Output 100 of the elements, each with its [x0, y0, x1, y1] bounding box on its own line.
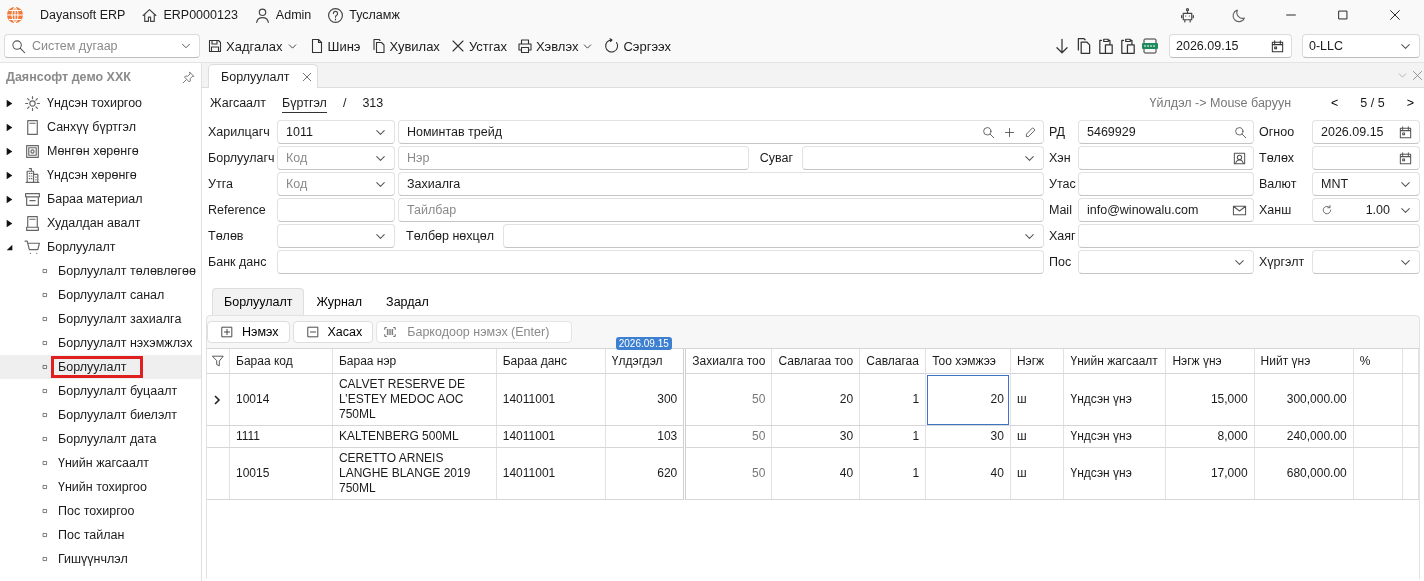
search-icon[interactable]: [1234, 125, 1247, 139]
sidebar-item[interactable]: Үнийн тохиргоо: [58, 480, 147, 494]
user-icon[interactable]: [253, 6, 271, 24]
next-button[interactable]: >: [1400, 96, 1420, 110]
collapsed-arrow-icon[interactable]: [5, 122, 14, 132]
input-field[interactable]: [277, 198, 395, 222]
filter-icon[interactable]: [211, 354, 225, 368]
sidebar-item[interactable]: Санхүү бүртгэл: [0, 115, 201, 139]
search-field[interactable]: 5469929: [1078, 120, 1254, 144]
collapsed-arrow-icon[interactable]: [5, 98, 14, 108]
toolbar-button[interactable]: Шинэ: [305, 36, 364, 56]
toolbar-button[interactable]: Хэвлэх: [513, 36, 598, 56]
column-header[interactable]: Тоо хэмжээ: [932, 354, 996, 368]
sidebar-item[interactable]: Пос тохиргоо: [58, 504, 135, 518]
sidebar-item[interactable]: Борлуулалт биелэлт: [58, 408, 178, 422]
dropdown-field[interactable]: [1312, 250, 1420, 274]
company-dropdown[interactable]: 0-LLC: [1302, 34, 1420, 58]
email-field[interactable]: info@winowalu.com: [1078, 198, 1254, 222]
sidebar-item[interactable]: Үндсэн хөрөнгө: [0, 163, 201, 187]
sidebar-item[interactable]: Борлуулалт санал: [58, 288, 165, 302]
sidebar-item[interactable]: Борлуулалт захиалга: [58, 312, 182, 326]
input-field[interactable]: [1078, 224, 1420, 248]
copy-icon[interactable]: [1075, 37, 1093, 55]
remove-button[interactable]: Хасах: [292, 321, 374, 343]
contact-field[interactable]: [1078, 146, 1254, 170]
column-header[interactable]: %: [1359, 354, 1371, 368]
sidebar-item[interactable]: Үнийн жагсаалт: [58, 456, 149, 470]
dropdown-field[interactable]: MNT: [1312, 172, 1420, 196]
download-icon[interactable]: [1053, 37, 1071, 55]
toolbar-button[interactable]: Хувилах: [367, 36, 443, 56]
pin-icon[interactable]: [182, 70, 195, 84]
column-header[interactable]: Нэгж үнэ: [1172, 354, 1222, 368]
home-icon[interactable]: [141, 6, 159, 24]
previous-button[interactable]: <: [1325, 96, 1345, 110]
person-icon[interactable]: [1232, 150, 1247, 166]
clipboard-icon[interactable]: [1119, 37, 1137, 55]
dropdown-field[interactable]: [502, 224, 1044, 248]
detail-tab[interactable]: Борлуулалт: [212, 288, 305, 315]
collapsed-arrow-icon[interactable]: [5, 146, 14, 156]
toolbar-button[interactable]: Устгах: [446, 36, 510, 56]
clipboard-icon[interactable]: [1097, 37, 1115, 55]
collapsed-arrow-icon[interactable]: [5, 170, 14, 180]
sidebar-item[interactable]: Борлуулалт буцаалт: [58, 384, 178, 398]
view-tab[interactable]: Жагсаалт: [210, 93, 267, 113]
add-button[interactable]: Нэмэх: [207, 321, 290, 343]
input-field[interactable]: Захиалга: [398, 172, 1044, 196]
refresh-icon[interactable]: [1321, 204, 1333, 216]
dropdown-field[interactable]: [277, 224, 395, 248]
sidebar-item[interactable]: Үндсэн тохиргоо: [0, 91, 201, 115]
dropdown-field[interactable]: [1078, 250, 1254, 274]
barcode-field[interactable]: Баркодоор нэмэх (Enter): [376, 321, 573, 343]
dropdown-field[interactable]: 1011: [277, 120, 395, 144]
input-field[interactable]: [277, 250, 1044, 274]
input-field[interactable]: Тайлбар: [398, 198, 1044, 222]
column-header[interactable]: Нийт үнэ: [1260, 354, 1311, 368]
system-number-field[interactable]: Систем дугаар: [4, 34, 200, 58]
robot-icon[interactable]: [1178, 6, 1196, 24]
help-link[interactable]: Тусламж: [349, 8, 400, 22]
pencil-icon[interactable]: [1024, 125, 1037, 139]
column-header[interactable]: Бараа данс: [502, 354, 567, 368]
dropdown-field[interactable]: [802, 146, 1044, 170]
collapsed-arrow-icon[interactable]: [5, 194, 14, 204]
help-icon[interactable]: [327, 6, 345, 24]
maximize-icon[interactable]: [1336, 8, 1350, 22]
sidebar-item[interactable]: Бараа материал: [0, 187, 201, 211]
input-field[interactable]: [1078, 172, 1254, 196]
user-name[interactable]: Admin: [275, 8, 312, 22]
column-header[interactable]: Үлдэгдэл: [611, 354, 663, 368]
column-header[interactable]: Савлагаа тоо: [778, 354, 854, 368]
rate-field[interactable]: 1.00: [1312, 198, 1420, 222]
sidebar-item[interactable]: Борлуулалт: [0, 235, 201, 259]
spreadsheet-icon[interactable]: [1141, 37, 1159, 55]
column-header[interactable]: Савлагаа: [866, 354, 919, 368]
column-header[interactable]: Бараа код: [236, 354, 293, 368]
sidebar-item[interactable]: Борлуулалт дата: [58, 432, 157, 446]
sidebar-item[interactable]: Гишүүнчлэл: [58, 552, 128, 566]
detail-tab[interactable]: Журнал: [304, 288, 375, 315]
dropdown-field[interactable]: Код: [277, 146, 395, 170]
close-icon[interactable]: [1388, 8, 1402, 22]
plus-icon[interactable]: [1003, 125, 1016, 139]
detail-tab[interactable]: Зардал: [374, 288, 441, 315]
date-field[interactable]: 2026.09.15: [1312, 120, 1420, 144]
sidebar-item[interactable]: Худалдан авалт: [0, 211, 201, 235]
search-icon[interactable]: [982, 125, 995, 139]
calendar-icon[interactable]: [1398, 150, 1413, 166]
sidebar-item[interactable]: Пос тайлан: [58, 528, 125, 542]
sidebar-item[interactable]: Мөнгөн хөрөнгө: [0, 139, 201, 163]
lookup-field[interactable]: Номинтав трейд: [398, 120, 1044, 144]
column-header[interactable]: Нэгж: [1016, 354, 1045, 368]
sidebar-item[interactable]: Борлуулалт нэхэмжлэх: [58, 336, 193, 350]
collapsed-arrow-icon[interactable]: [5, 218, 14, 228]
document-tab[interactable]: Борлуулалт: [208, 64, 319, 88]
toolbar-button[interactable]: Хадгалах: [204, 36, 302, 56]
calendar-icon[interactable]: [1398, 124, 1413, 140]
column-header[interactable]: Үнийн жагсаалт: [1070, 354, 1158, 368]
toolbar-button[interactable]: Сэргээх: [601, 36, 675, 56]
view-tab[interactable]: Бүртгэл: [282, 93, 327, 113]
date-field[interactable]: 2026.09.15: [1169, 34, 1292, 58]
dropdown-field[interactable]: Код: [277, 172, 395, 196]
date-field[interactable]: [1312, 146, 1420, 170]
